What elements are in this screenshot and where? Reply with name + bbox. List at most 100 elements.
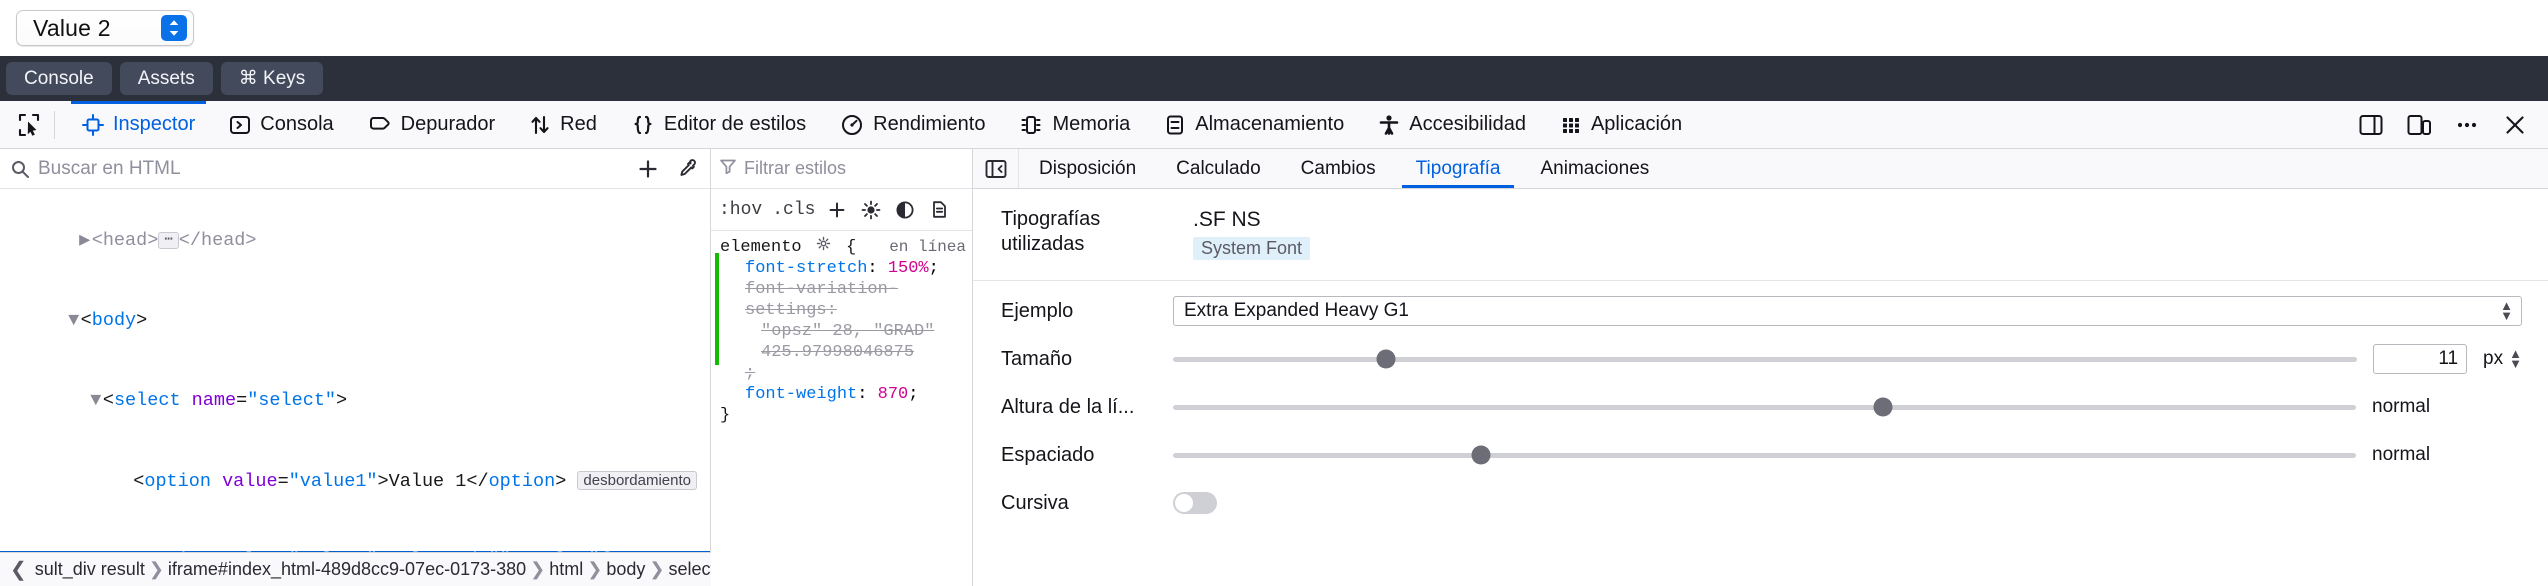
document-icon[interactable] — [927, 198, 951, 222]
tab-application[interactable]: Aplicación — [1543, 101, 1699, 148]
rule-open-brace: { — [846, 238, 857, 257]
network-icon — [529, 114, 551, 136]
gear-icon[interactable] — [816, 236, 832, 252]
slider-thumb[interactable] — [1471, 445, 1491, 465]
rule-source[interactable]: en línea — [889, 237, 966, 258]
breadcrumb-item-3[interactable]: body — [606, 559, 645, 580]
toolbar-right-group — [2348, 101, 2548, 148]
tab-network[interactable]: Red — [512, 101, 614, 148]
tab-storage[interactable]: Almacenamiento — [1147, 101, 1361, 148]
tree-line-body[interactable]: ▼<body> — [0, 311, 710, 331]
font-property-row-italic: Cursiva — [1001, 487, 2522, 519]
pseudo-class-toggle[interactable]: :hov — [719, 200, 762, 220]
slider-thumb[interactable] — [1376, 349, 1396, 369]
select-dropdown[interactable]: Value 2 — [16, 10, 194, 46]
slider-thumb[interactable] — [1873, 397, 1893, 417]
tab-layout[interactable]: Disposición — [1019, 149, 1156, 188]
class-toggle[interactable]: .cls — [772, 200, 815, 220]
devtools-tab-list: Inspector Consola Depurador Red Editor d… — [65, 101, 2348, 148]
plus-icon[interactable] — [632, 153, 664, 185]
tab-computed[interactable]: Calculado — [1156, 149, 1281, 188]
breadcrumb-item-4[interactable]: select — [668, 559, 711, 580]
toolbar-left-group — [0, 101, 65, 148]
tab-style-editor[interactable]: Editor de estilos — [614, 101, 823, 148]
panel-toggle-icon[interactable] — [973, 149, 1019, 188]
used-fonts-value: .SF NS System Font — [1173, 207, 1311, 260]
css-declaration-font-variation-settings[interactable]: font-variation-settings: "opsz" 28, "GRA… — [711, 279, 972, 384]
slider-track — [1173, 356, 2358, 362]
performance-icon — [840, 114, 864, 136]
split-console-icon[interactable] — [2348, 104, 2394, 146]
chevron-up-down-icon: ▲ ▼ — [2500, 298, 2513, 323]
chevron-left-icon[interactable]: ❮ — [6, 557, 31, 582]
property-label: Cursiva — [1001, 491, 1069, 514]
line-height-slider[interactable] — [1173, 397, 2356, 417]
breadcrumb-item-1[interactable]: iframe#index_html-489d8cc9-07ec-0173-380 — [168, 559, 526, 580]
responsive-design-icon[interactable] — [2396, 104, 2442, 146]
tree-line-option1[interactable]: <option value="value1">Value 1</option> … — [0, 471, 710, 492]
tree-line-select[interactable]: ▼<select name="select"> — [0, 391, 710, 411]
font-sample-select[interactable]: Extra Expanded Heavy G1 ▲ ▼ — [1173, 296, 2522, 326]
console-icon — [229, 114, 251, 136]
font-name: .SF NS — [1193, 208, 1261, 231]
css-declaration-font-stretch[interactable]: font-stretch: 150%; — [711, 258, 972, 279]
tab-accessibility[interactable]: Accesibilidad — [1361, 101, 1543, 148]
css-property[interactable]: font-stretch — [745, 259, 867, 278]
accessibility-icon — [1378, 114, 1400, 136]
rule-close-brace: } — [720, 406, 731, 425]
moon-icon[interactable] — [893, 198, 917, 222]
search-icon — [10, 159, 30, 179]
font-size-input[interactable]: 11 — [2373, 344, 2468, 374]
tab-animations[interactable]: Animaciones — [1520, 149, 1669, 188]
codepen-tab-assets[interactable]: Assets — [119, 62, 213, 95]
cursor-pick-icon[interactable] — [8, 104, 50, 146]
font-size-unit-select[interactable]: px ▲ ▼ — [2483, 347, 2522, 370]
codepen-tab-keys[interactable]: ⌘ Keys — [220, 62, 324, 95]
chevron-up-down-icon[interactable] — [161, 15, 187, 41]
breadcrumb-separator: ❯ — [530, 559, 546, 579]
css-value[interactable]: 870 — [878, 385, 909, 404]
italic-toggle[interactable] — [1173, 492, 1217, 514]
property-label: Espaciado — [1001, 443, 1095, 466]
collapsed-content-icon[interactable]: ⋯ — [158, 232, 179, 249]
fonts-pane-tabs: Disposición Calculado Cambios Tipografía… — [973, 149, 2548, 189]
tab-debugger[interactable]: Depurador — [351, 101, 513, 148]
filter-styles-input[interactable]: Filtrar estilos — [744, 158, 846, 179]
used-fonts-section: Tipografías utilizadas .SF NS System Fon… — [973, 189, 2548, 281]
tree-line-head[interactable]: ▶<head> ⋯ </head> — [0, 231, 710, 251]
tab-label: Memoria — [1052, 113, 1131, 135]
tab-console[interactable]: Consola — [212, 101, 350, 148]
eyedropper-icon[interactable] — [672, 153, 704, 185]
codepen-tab-console[interactable]: Console — [6, 62, 112, 95]
tab-performance[interactable]: Rendimiento — [823, 101, 1002, 148]
search-input[interactable]: Buscar en HTML — [38, 158, 624, 180]
tab-fonts[interactable]: Tipografía — [1396, 149, 1521, 188]
fonts-pane: Disposición Calculado Cambios Tipografía… — [973, 149, 2548, 586]
sun-icon[interactable] — [859, 198, 883, 222]
breadcrumb-item-0[interactable]: sult_div result — [35, 559, 145, 580]
tab-changes[interactable]: Cambios — [1281, 149, 1396, 188]
close-icon[interactable] — [2492, 104, 2538, 146]
css-declaration-font-weight[interactable]: font-weight: 870; — [711, 384, 972, 405]
letter-spacing-slider[interactable] — [1173, 445, 2356, 465]
overflow-badge[interactable]: desbordamiento — [577, 471, 697, 490]
breadcrumb: ❮ sult_div result ❯ iframe#index_html-48… — [0, 552, 711, 586]
css-property[interactable]: font-variation-settings — [745, 280, 898, 320]
css-value[interactable]: 150% — [888, 259, 929, 278]
rule-selector[interactable]: elemento — [720, 238, 802, 257]
font-property-row-size: Tamaño 11 px ▲ ▼ — [1001, 343, 2522, 375]
tab-inspector[interactable]: Inspector — [65, 101, 212, 148]
unit-label: px — [2483, 348, 2504, 369]
font-size-slider[interactable] — [1173, 349, 2358, 369]
meatball-menu-icon[interactable] — [2444, 104, 2490, 146]
breadcrumb-item-2[interactable]: html — [549, 559, 583, 580]
memory-icon — [1019, 114, 1043, 136]
rules-pane: Filtrar estilos :hov .cls elemento {en … — [711, 149, 973, 586]
fonts-pane-body: Tipografías utilizadas .SF NS System Fon… — [973, 189, 2548, 586]
tab-label: Rendimiento — [873, 113, 986, 135]
css-property[interactable]: font-weight — [745, 385, 857, 404]
css-value[interactable]: "opsz" 28, "GRAD" 425.97998046875 — [745, 321, 972, 363]
tab-memory[interactable]: Memoria — [1002, 101, 1147, 148]
property-control: 11 px ▲ ▼ — [1173, 344, 2522, 374]
plus-icon[interactable] — [825, 198, 849, 222]
